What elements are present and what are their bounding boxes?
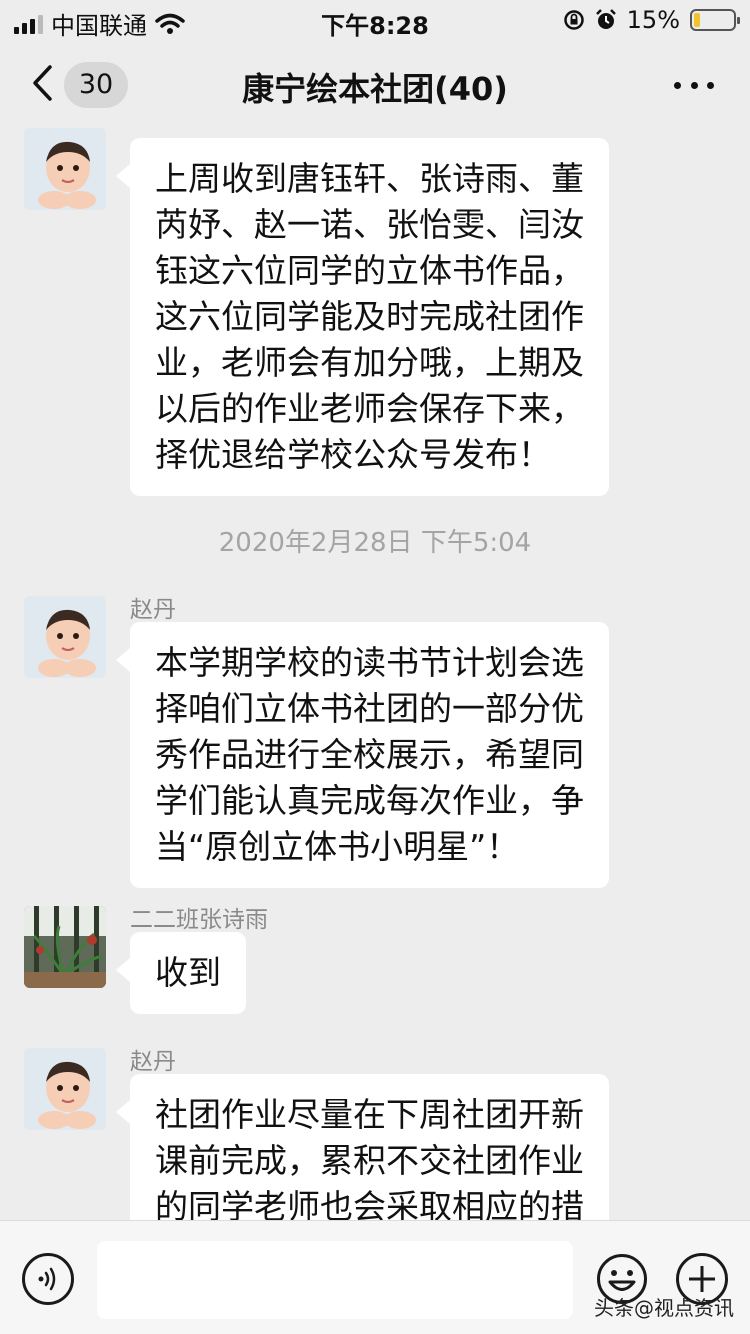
message-line: 业，老师会有加分哦，上期及 (155, 343, 584, 382)
more-icon[interactable] (674, 70, 714, 100)
message-line: 钰这六位同学的立体书作品， (155, 251, 584, 290)
avatar[interactable] (24, 596, 106, 678)
nav-bar: 30 康宁绘本社团(40) (0, 44, 750, 126)
message-line: 收到 (155, 953, 221, 992)
battery-icon (690, 9, 740, 31)
message-list[interactable]: 上周收到唐钰轩、张诗雨、董 芮妤、赵一诺、张怡雯、闫汝 钰这六位同学的立体书作品… (0, 128, 750, 1220)
message-line: 本学期学校的读书节计划会选 (155, 643, 584, 682)
message-line: 当“原创立体书小明星”！ (155, 827, 520, 866)
message-line: 的同学老师也会采取相应的措 (155, 1187, 584, 1220)
message-bubble[interactable]: 上周收到唐钰轩、张诗雨、董 芮妤、赵一诺、张怡雯、闫汝 钰这六位同学的立体书作品… (116, 138, 609, 496)
chat-screen: 中国联通 下午8:28 15% 30 康宁绘本社团(40) 上周收到唐钰轩、张诗… (0, 0, 750, 1334)
message-bubble[interactable]: 社团作业尽量在下周社团开新 课前完成，累积不交社团作业 的同学老师也会采取相应的… (116, 1074, 609, 1220)
avatar[interactable] (24, 906, 106, 988)
watermark: 头条@视点资讯 (594, 1296, 734, 1320)
sender-name: 赵丹 (130, 597, 176, 623)
message-bubble[interactable]: 收到 (116, 932, 246, 1014)
sender-name: 赵丹 (130, 1049, 176, 1075)
avatar[interactable] (24, 1048, 106, 1130)
avatar[interactable] (24, 128, 106, 210)
message-line: 上周收到唐钰轩、张诗雨、董 (155, 159, 584, 198)
message-bubble[interactable]: 本学期学校的读书节计划会选 择咱们立体书社团的一部分优 秀作品进行全校展示，希望… (116, 622, 609, 888)
message-line: 择咱们立体书社团的一部分优 (155, 689, 584, 728)
message-line: 秀作品进行全校展示，希望同 (155, 735, 584, 774)
message-line: 学们能认真完成每次作业，争 (155, 781, 584, 820)
message-line: 芮妤、赵一诺、张怡雯、闫汝 (155, 205, 584, 244)
message-line: 课前完成，累积不交社团作业 (155, 1141, 584, 1180)
timestamp-divider: 2020年2月28日 下午5:04 (218, 528, 532, 558)
alarm-icon (595, 9, 616, 29)
lock-rotation-icon (563, 10, 584, 30)
voice-icon[interactable] (22, 1253, 74, 1305)
battery-percent: 15% (626, 6, 680, 34)
message-line: 社团作业尽量在下周社团开新 (155, 1095, 584, 1134)
message-line: 择优退给学校公众号发布！ (155, 435, 551, 474)
chat-title: 康宁绘本社团(40) (242, 70, 508, 108)
status-bar: 中国联通 下午8:28 15% (0, 0, 750, 40)
sender-name: 二二班张诗雨 (130, 907, 268, 933)
message-input[interactable] (97, 1241, 573, 1319)
message-line: 这六位同学能及时完成社团作 (155, 297, 584, 336)
message-line: 以后的作业老师会保存下来， (155, 389, 584, 428)
battery-level (694, 13, 700, 27)
status-right: 15% (563, 6, 740, 34)
